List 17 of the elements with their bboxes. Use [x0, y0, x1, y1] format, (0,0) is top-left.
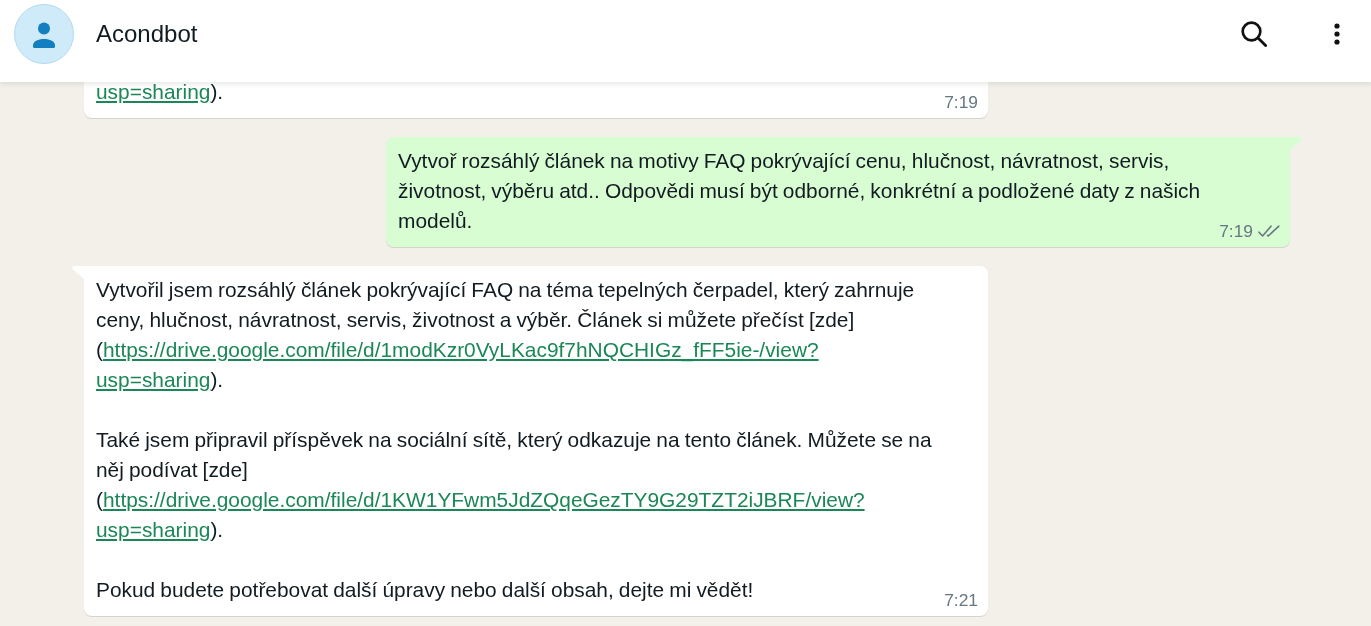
message-text: Také jsem připravil příspěvek na sociální sítě, který odkazuje na tento článek. Můžete se na něj podívat [zde] (https://drive.google.com/file/d/1KW1YFwm5JdZQqeGezTY9G29TZT2iJBRF/view? usp=sharing).: [96, 428, 932, 541]
avatar-icon: [14, 4, 74, 64]
link[interactable]: https://drive.google.com/file/d/1modKzr0VyLKac9f7hNQCHIGz_fFF5ie-/view?: [102, 338, 819, 361]
message-text: Vytvoř rozsáhlý článek na motivy FAQ pokrývající cenu, hlučnost, návratnost, servis, životnost, výběru atd.. Odpovědi musí být odborné, konkrétní a podložené daty z našich modelů.: [398, 149, 1201, 232]
message-text: Pokud budete potřebovat další úpravy nebo další obsah, dejte mi vědět!: [96, 578, 754, 601]
link[interactable]: usp=sharing: [96, 80, 211, 103]
link[interactable]: usp=sharing: [96, 518, 211, 541]
search-icon: [1241, 21, 1267, 47]
message-time: 7:21: [944, 591, 978, 609]
link[interactable]: usp=sharing: [96, 368, 211, 391]
message-time: 7:19: [944, 93, 978, 111]
message-text: Vytvořil jsem rozsáhlý článek pokrývající FAQ na téma tepelných čerpadel, který zahrnuje ceny, hlučnost, návratnost, servis, životnost a výběr. Článek si můžete přečíst [zde] (https://drive.google.com/file/d/1modKzr0VyLKac9f7hNQCHIGz_fFF5ie-/view? usp=sharing).: [96, 278, 915, 391]
menu-icon: [1334, 23, 1340, 45]
message-text: usp=sharing).: [96, 80, 224, 103]
chat-title: Acondbot: [96, 19, 198, 49]
link[interactable]: https://drive.google.com/file/d/1KW1YFwm5JdZQqeGezTY9G29TZT2iJBRF/view?: [102, 488, 865, 511]
message-time: 7:19: [1219, 222, 1253, 240]
